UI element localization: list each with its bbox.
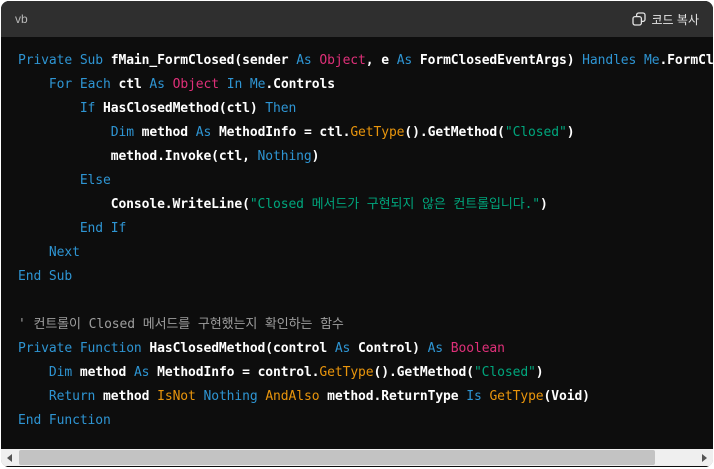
code-line: Private Sub fMain_FormClosed(sender As O… xyxy=(18,53,713,68)
code-line: End If xyxy=(79,221,127,236)
code-line: ' 컨트롤이 Closed 메서드를 구현했는지 확인하는 함수 xyxy=(18,317,344,332)
code-header: vb 코드 복사 xyxy=(1,1,713,37)
language-label: vb xyxy=(15,12,28,26)
code-line: For Each ctl As Object In Me.Controls xyxy=(48,77,335,92)
block-bottom-edge xyxy=(1,466,713,467)
code-block: vb 코드 복사 Private Sub fMain_FormClosed(se… xyxy=(1,1,713,467)
code-line: Console.WriteLine("Closed 메서드가 구현되지 않은 컨… xyxy=(18,197,548,212)
code-area: Private Sub fMain_FormClosed(sender As O… xyxy=(1,37,713,449)
scrollbar-track[interactable] xyxy=(18,449,696,466)
code-line: End Function xyxy=(18,413,111,428)
code-line: Dim method As MethodInfo = ctl.GetType()… xyxy=(110,125,575,140)
code-line: If HasClosedMethod(ctl) Then xyxy=(79,101,297,116)
copy-icon xyxy=(631,12,646,26)
code-line: Else xyxy=(79,173,111,188)
triangle-left-icon xyxy=(7,453,12,462)
code-line: Return method IsNot Nothing AndAlso meth… xyxy=(48,389,590,404)
code-line: End Sub xyxy=(18,269,73,284)
triangle-right-icon xyxy=(702,453,707,462)
scrollbar-thumb[interactable] xyxy=(19,450,655,465)
code-line: Dim method As MethodInfo = control.GetTy… xyxy=(48,365,544,380)
code-line: method.Invoke(ctl, Nothing) xyxy=(18,149,320,164)
scroll-right-button[interactable] xyxy=(696,449,713,466)
code-line: Private Function HasClosedMethod(control… xyxy=(18,341,505,356)
code-line: Next xyxy=(48,245,80,260)
horizontal-scrollbar[interactable] xyxy=(1,449,713,466)
copy-code-button[interactable]: 코드 복사 xyxy=(631,11,700,28)
copy-button-label: 코드 복사 xyxy=(651,12,700,27)
scroll-left-button[interactable] xyxy=(1,449,18,466)
